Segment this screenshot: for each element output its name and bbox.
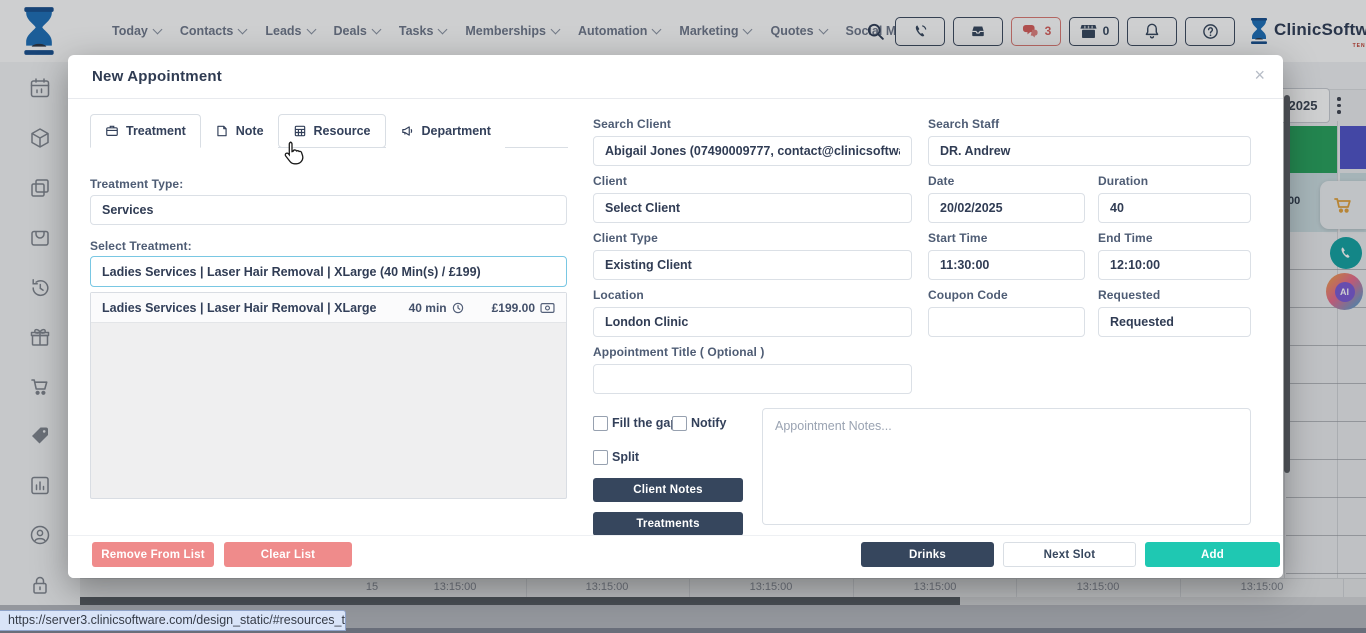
remove-from-list-button[interactable]: Remove From List [92, 542, 214, 567]
tab-department[interactable]: Department [386, 114, 505, 148]
client-notes-button[interactable]: Client Notes [593, 478, 743, 502]
drinks-button[interactable]: Drinks [861, 542, 994, 567]
select-treatment-input[interactable] [90, 256, 567, 287]
client-type-label: Client Type [593, 231, 658, 245]
add-button[interactable]: Add [1145, 542, 1280, 567]
search-client-label: Search Client [593, 117, 671, 131]
coupon-code-input[interactable] [928, 307, 1085, 337]
tab-note[interactable]: Note [201, 114, 278, 148]
modal-tabs: Treatment Note Resource Department [90, 114, 505, 148]
search-client-input[interactable] [593, 136, 912, 166]
select-treatment-label: Select Treatment: [90, 239, 192, 253]
treatment-list: Ladies Services | Laser Hair Removal | X… [90, 292, 567, 499]
tab-label: Note [236, 124, 264, 138]
duration-text: 40 min [409, 301, 447, 315]
treatment-type-label: Treatment Type: [90, 177, 183, 191]
appointment-title-input[interactable] [593, 364, 912, 394]
clear-list-button[interactable]: Clear List [224, 542, 352, 567]
appointment-title-label: Appointment Title ( Optional ) [593, 345, 764, 359]
duration-input[interactable] [1098, 193, 1251, 223]
modal-header: New Appointment × [68, 55, 1283, 99]
duration-label: Duration [1098, 174, 1148, 188]
fill-the-gap-label: Fill the gap [612, 416, 678, 430]
coupon-code-label: Coupon Code [928, 288, 1008, 302]
requested-select[interactable] [1098, 307, 1251, 337]
modal-footer: Remove From List Clear List Drinks Next … [68, 535, 1283, 578]
status-url-text: https://server3.clinicsoftware.com/desig… [8, 613, 346, 627]
price-text: £199.00 [492, 301, 535, 315]
treatments-button[interactable]: Treatments [593, 512, 743, 536]
location-select[interactable] [593, 307, 912, 337]
notify-label: Notify [691, 416, 726, 430]
date-label: Date [928, 174, 954, 188]
browser-status-url: https://server3.clinicsoftware.com/desig… [0, 610, 346, 631]
start-time-input[interactable] [928, 250, 1085, 280]
tab-treatment[interactable]: Treatment [90, 114, 201, 148]
split-checkbox[interactable] [593, 450, 608, 465]
client-select[interactable] [593, 193, 912, 223]
start-time-label: Start Time [928, 231, 987, 245]
treatment-duration: 40 min [409, 301, 464, 315]
fill-the-gap-checkbox[interactable] [593, 416, 608, 431]
money-icon [540, 302, 555, 314]
appointment-notes-textarea[interactable] [762, 408, 1251, 525]
search-staff-input[interactable] [928, 136, 1251, 166]
end-time-input[interactable] [1098, 250, 1251, 280]
next-slot-button[interactable]: Next Slot [1003, 542, 1136, 567]
close-icon[interactable]: × [1254, 65, 1265, 85]
clock-icon [452, 302, 464, 314]
split-label: Split [612, 450, 639, 464]
treatment-name: Ladies Services | Laser Hair Removal | X… [102, 301, 409, 315]
client-label: Client [593, 174, 627, 188]
tab-label: Department [422, 124, 491, 138]
treatment-price: £199.00 [492, 301, 555, 315]
location-label: Location [593, 288, 644, 302]
date-input[interactable] [928, 193, 1085, 223]
new-appointment-modal: New Appointment × Treatment Note Resourc… [68, 55, 1283, 578]
treatment-list-row[interactable]: Ladies Services | Laser Hair Removal | X… [91, 293, 566, 323]
modal-title: New Appointment [92, 68, 222, 85]
search-staff-label: Search Staff [928, 117, 999, 131]
client-type-select[interactable] [593, 250, 912, 280]
tab-label: Resource [314, 124, 371, 138]
tab-resource[interactable]: Resource [278, 114, 386, 148]
treatment-type-select[interactable] [90, 195, 567, 225]
tab-label: Treatment [126, 124, 186, 138]
requested-label: Requested [1098, 288, 1160, 302]
end-time-label: End Time [1098, 231, 1153, 245]
notify-checkbox[interactable] [672, 416, 687, 431]
